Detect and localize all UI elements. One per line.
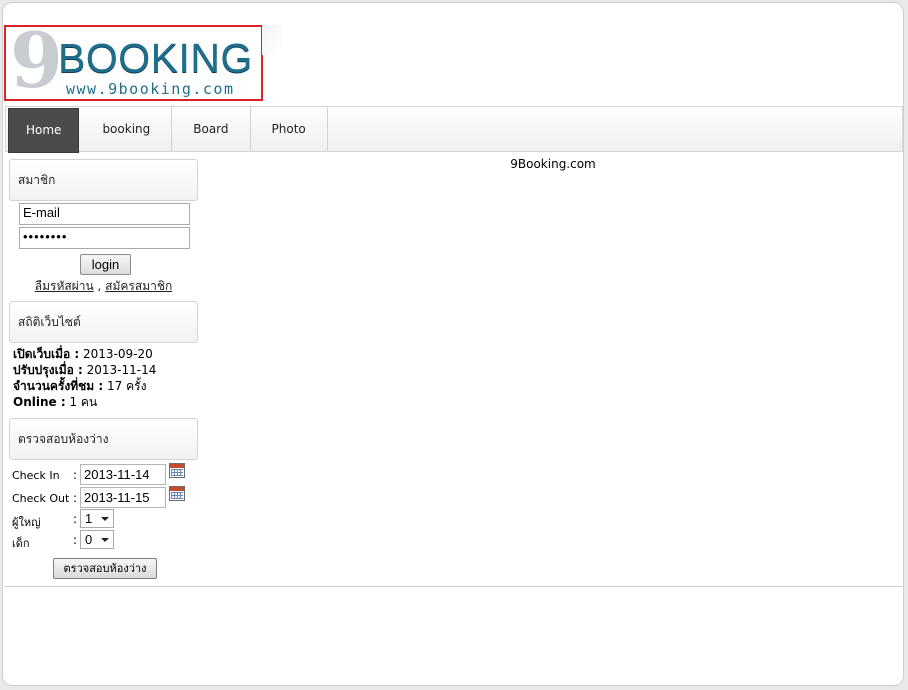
stat-online-value: 1 คน — [69, 395, 98, 409]
checkout-label: Check Out — [12, 492, 70, 505]
page-frame: 9 BOOKING www.9booking.com Home booking … — [2, 2, 904, 686]
chevron-down-icon — [101, 538, 109, 542]
tab-home[interactable]: Home — [8, 108, 80, 153]
main-nav: Home booking Board Photo — [5, 106, 903, 153]
stat-online: Online : 1 คน — [13, 394, 156, 410]
logo-numeral: 9 — [10, 16, 63, 105]
member-panel-heading: สมาชิก — [9, 159, 198, 201]
stats-panel-heading: สถิติเว็บไซต์ — [9, 301, 198, 343]
site-logo[interactable]: 9 BOOKING www.9booking.com — [4, 16, 263, 105]
calendar-icon[interactable] — [169, 463, 185, 478]
calendar-icon[interactable] — [169, 486, 185, 501]
stat-updated: ปรับปรุงเมื่อ : 2013-11-14 — [13, 362, 156, 378]
stat-visits-value: 17 ครั้ง — [107, 379, 147, 393]
children-value: 0 — [85, 532, 93, 547]
tab-booking[interactable]: booking — [81, 107, 173, 151]
email-field[interactable]: E-mail — [19, 203, 190, 225]
checkout-input[interactable]: 2013-11-15 — [80, 487, 166, 508]
tab-board[interactable]: Board — [172, 107, 251, 151]
register-link[interactable]: สมัครสมาชิก — [105, 279, 172, 293]
checkin-input[interactable]: 2013-11-14 — [80, 464, 166, 485]
children-colon: : — [73, 533, 78, 547]
check-availability-button[interactable]: ตรวจสอบห้องว่าง — [53, 558, 157, 579]
links-separator: , — [97, 279, 102, 293]
chevron-down-icon — [101, 517, 109, 521]
logo-word: BOOKING — [58, 35, 253, 81]
children-label: เด็ก — [12, 537, 30, 550]
stat-visits-label: จำนวนครั้งที่ชม : — [13, 379, 104, 393]
logo-url: www.9booking.com — [66, 80, 235, 98]
stat-visits: จำนวนครั้งที่ชม : 17 ครั้ง — [13, 378, 156, 394]
checkout-colon: : — [73, 491, 78, 505]
footer-divider — [5, 586, 903, 587]
login-button[interactable]: login — [80, 254, 131, 275]
member-links: ลืมรหัสผ่าน , สมัครสมาชิก — [9, 277, 198, 295]
stat-updated-value: 2013-11-14 — [86, 363, 157, 377]
checkin-colon: : — [73, 468, 78, 482]
forgot-password-link[interactable]: ลืมรหัสผ่าน — [35, 279, 94, 293]
password-field[interactable]: •••••••• — [19, 227, 190, 249]
stat-opened-label: เปิดเว็บเมื่อ : — [13, 347, 80, 361]
adults-value: 1 — [85, 511, 93, 526]
logo-shadow — [262, 25, 282, 55]
availability-panel-heading: ตรวจสอบห้องว่าง — [9, 418, 198, 460]
checkin-label: Check In — [12, 469, 60, 482]
stat-opened: เปิดเว็บเมื่อ : 2013-09-20 — [13, 346, 156, 362]
tab-photo[interactable]: Photo — [251, 107, 328, 151]
adults-label: ผู้ใหญ่ — [12, 516, 41, 529]
stat-opened-value: 2013-09-20 — [83, 347, 153, 361]
adults-colon: : — [73, 512, 78, 526]
children-select[interactable]: 0 — [80, 530, 114, 549]
site-stats: เปิดเว็บเมื่อ : 2013-09-20 ปรับปรุงเมื่อ… — [13, 346, 156, 410]
site-title: 9Booking.com — [510, 157, 596, 171]
adults-select[interactable]: 1 — [80, 509, 114, 528]
stat-updated-label: ปรับปรุงเมื่อ : — [13, 363, 83, 377]
stat-online-label: Online : — [13, 395, 66, 409]
